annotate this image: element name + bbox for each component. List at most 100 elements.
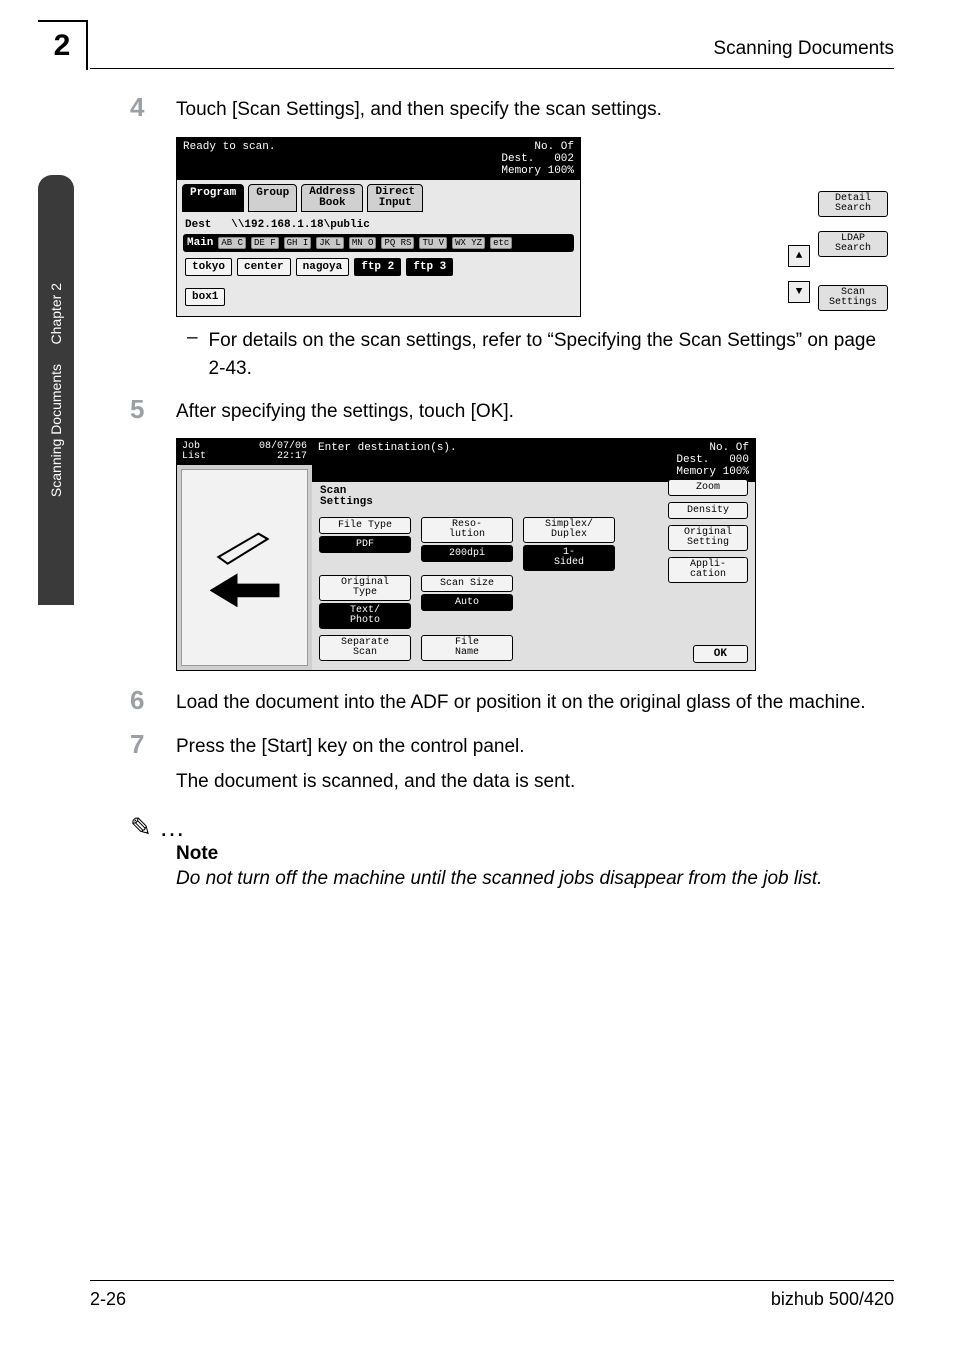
step-7: 7 Press the [Start] key on the control p…: [130, 729, 894, 762]
simplex-value: 1- Sided: [523, 545, 615, 571]
step-6: 6 Load the document into the ADF or posi…: [130, 685, 894, 718]
step-4-note: – For details on the scan settings, refe…: [176, 327, 894, 384]
density-button[interactable]: Density: [668, 502, 748, 519]
scr2-job-label: Job List: [182, 442, 206, 462]
step-text: Press the [Start] key on the control pan…: [176, 729, 525, 762]
chapter-number: 2: [54, 29, 71, 63]
detail-search-button[interactable]: Detail Search: [818, 191, 888, 217]
footer-page: 2-26: [90, 1289, 126, 1310]
tab-address-book[interactable]: Address Book: [301, 184, 363, 212]
idx-abc[interactable]: AB C: [218, 237, 246, 249]
step-text: Touch [Scan Settings], and then specify …: [176, 92, 662, 125]
dest-center[interactable]: center: [237, 258, 291, 276]
step-number: 6: [130, 685, 176, 718]
scr1-dest-label: Dest: [185, 219, 211, 231]
sidebar-tab: Chapter 2 Scanning Documents: [38, 175, 74, 605]
application-button[interactable]: Appli- cation: [668, 557, 748, 583]
simplex-stack[interactable]: Simplex/ Duplex 1- Sided: [523, 517, 615, 571]
scr2-titlebar: Enter destination(s). No. Of Dest. 000 M…: [312, 439, 755, 481]
original-setting-button[interactable]: Original Setting: [668, 525, 748, 551]
scr2-row3: Separate Scan File Name: [319, 635, 660, 661]
footer: 2-26 bizhub 500/420: [90, 1280, 894, 1310]
step-number: 5: [130, 394, 176, 427]
scansize-stack[interactable]: Scan Size Auto: [421, 575, 513, 629]
resolution-label: Reso- lution: [421, 517, 513, 543]
idx-wxyz[interactable]: WX YZ: [452, 237, 485, 249]
simplex-label: Simplex/ Duplex: [523, 517, 615, 543]
scr2-row2: Original Type Text/ Photo Scan Size Auto: [319, 575, 660, 629]
scan-settings-button[interactable]: Scan Settings: [818, 285, 888, 311]
step-4: 4 Touch [Scan Settings], and then specif…: [130, 92, 894, 125]
scr2-row1: File Type PDF Reso- lution 200dpi Simple…: [319, 517, 660, 571]
screenshot-1-wrap: Ready to scan. No. Of Dest. 002 Memory 1…: [130, 137, 894, 317]
left-arrow-icon: [210, 573, 280, 607]
scr2-enter: Enter destination(s).: [318, 442, 457, 478]
scr2-side-col: Zoom Density Original Setting Appli- cat…: [668, 479, 748, 583]
tab-program[interactable]: Program: [182, 184, 244, 212]
dash-icon: –: [176, 327, 209, 384]
pen-icon: [210, 527, 280, 567]
scr2-mem-val: 100%: [723, 466, 749, 478]
filetype-value: PDF: [319, 536, 411, 553]
scr1-mem-val: 100%: [548, 165, 574, 177]
dest-box1[interactable]: box1: [185, 288, 225, 306]
scr2-ok-row: OK: [693, 645, 748, 663]
scr1-dest-value: \\192.168.1.18\public: [231, 219, 370, 231]
dest-tokyo[interactable]: tokyo: [185, 258, 232, 276]
step-4-note-text: For details on the scan settings, refer …: [209, 327, 894, 384]
sidebar-chapter: Chapter 2: [48, 273, 64, 354]
scr2-mem-label: Memory: [676, 466, 716, 478]
header-rule: [90, 68, 894, 69]
ok-button[interactable]: OK: [693, 645, 748, 663]
resolution-stack[interactable]: Reso- lution 200dpi: [421, 517, 513, 571]
step-number: 7: [130, 729, 176, 762]
idx-ghi[interactable]: GH I: [284, 237, 312, 249]
scr1-noof-val: 002: [554, 153, 574, 165]
scr1-dest-line: Dest \\192.168.1.18\public: [177, 216, 580, 234]
idx-def[interactable]: DE F: [251, 237, 279, 249]
scr1-tabrow: Program Group Address Book Direct Input: [177, 180, 580, 216]
note-icon: ✎ …: [130, 812, 894, 843]
dest-ftp2[interactable]: ftp 2: [354, 258, 401, 276]
scr1-ready: Ready to scan.: [183, 141, 275, 177]
origtype-stack[interactable]: Original Type Text/ Photo: [319, 575, 411, 629]
idx-mno[interactable]: MN O: [349, 237, 377, 249]
dest-ftp3[interactable]: ftp 3: [406, 258, 453, 276]
scr1-right-col: Detail Search LDAP Search Scan Settings: [818, 191, 888, 311]
idx-tuv[interactable]: TU V: [419, 237, 447, 249]
idx-pqrs[interactable]: PQ RS: [381, 237, 414, 249]
origtype-label: Original Type: [319, 575, 411, 601]
scr1-items-row1: tokyo center nagoya ftp 2 ftp 3: [177, 252, 580, 282]
scr2-datetime: 08/07/06 22:17: [259, 442, 307, 462]
content-area: 4 Touch [Scan Settings], and then specif…: [130, 86, 894, 893]
resolution-value: 200dpi: [421, 545, 513, 562]
scroll-down-button[interactable]: ▼: [788, 281, 810, 303]
ldap-search-button[interactable]: LDAP Search: [818, 231, 888, 257]
tab-group[interactable]: Group: [248, 184, 297, 212]
filetype-label: File Type: [319, 517, 411, 534]
scr2-preview: [181, 469, 308, 665]
origtype-value: Text/ Photo: [319, 603, 411, 629]
scroll-up-button[interactable]: ▲: [788, 245, 810, 267]
scr1-mem-label: Memory: [501, 165, 541, 177]
scr1-status: No. Of Dest. 002 Memory 100%: [501, 141, 574, 177]
file-name-button[interactable]: File Name: [421, 635, 513, 661]
step-text: Load the document into the ADF or positi…: [176, 685, 866, 718]
idx-jkl[interactable]: JK L: [316, 237, 344, 249]
scr2-status: No. Of Dest. 000 Memory 100%: [676, 442, 749, 478]
dest-nagoya[interactable]: nagoya: [296, 258, 350, 276]
zoom-button[interactable]: Zoom: [668, 479, 748, 496]
scr2-noof-val: 000: [729, 454, 749, 466]
separate-scan-button[interactable]: Separate Scan: [319, 635, 411, 661]
scr2-job-tab[interactable]: Job List 08/07/06 22:17: [177, 439, 312, 465]
scr1-main[interactable]: Main: [187, 237, 213, 249]
tab-direct-input[interactable]: Direct Input: [367, 184, 423, 212]
scr1-index-row: Main AB C DE F GH I JK L MN O PQ RS TU V…: [183, 234, 574, 252]
sidebar-section: Scanning Documents: [48, 354, 64, 507]
step-text: After specifying the settings, touch [OK…: [176, 394, 514, 427]
idx-etc[interactable]: etc: [490, 237, 512, 249]
screenshot-1: Ready to scan. No. Of Dest. 002 Memory 1…: [176, 137, 581, 317]
filetype-stack[interactable]: File Type PDF: [319, 517, 411, 571]
chapter-number-box: 2: [38, 20, 88, 70]
header-title: Scanning Documents: [713, 38, 894, 60]
